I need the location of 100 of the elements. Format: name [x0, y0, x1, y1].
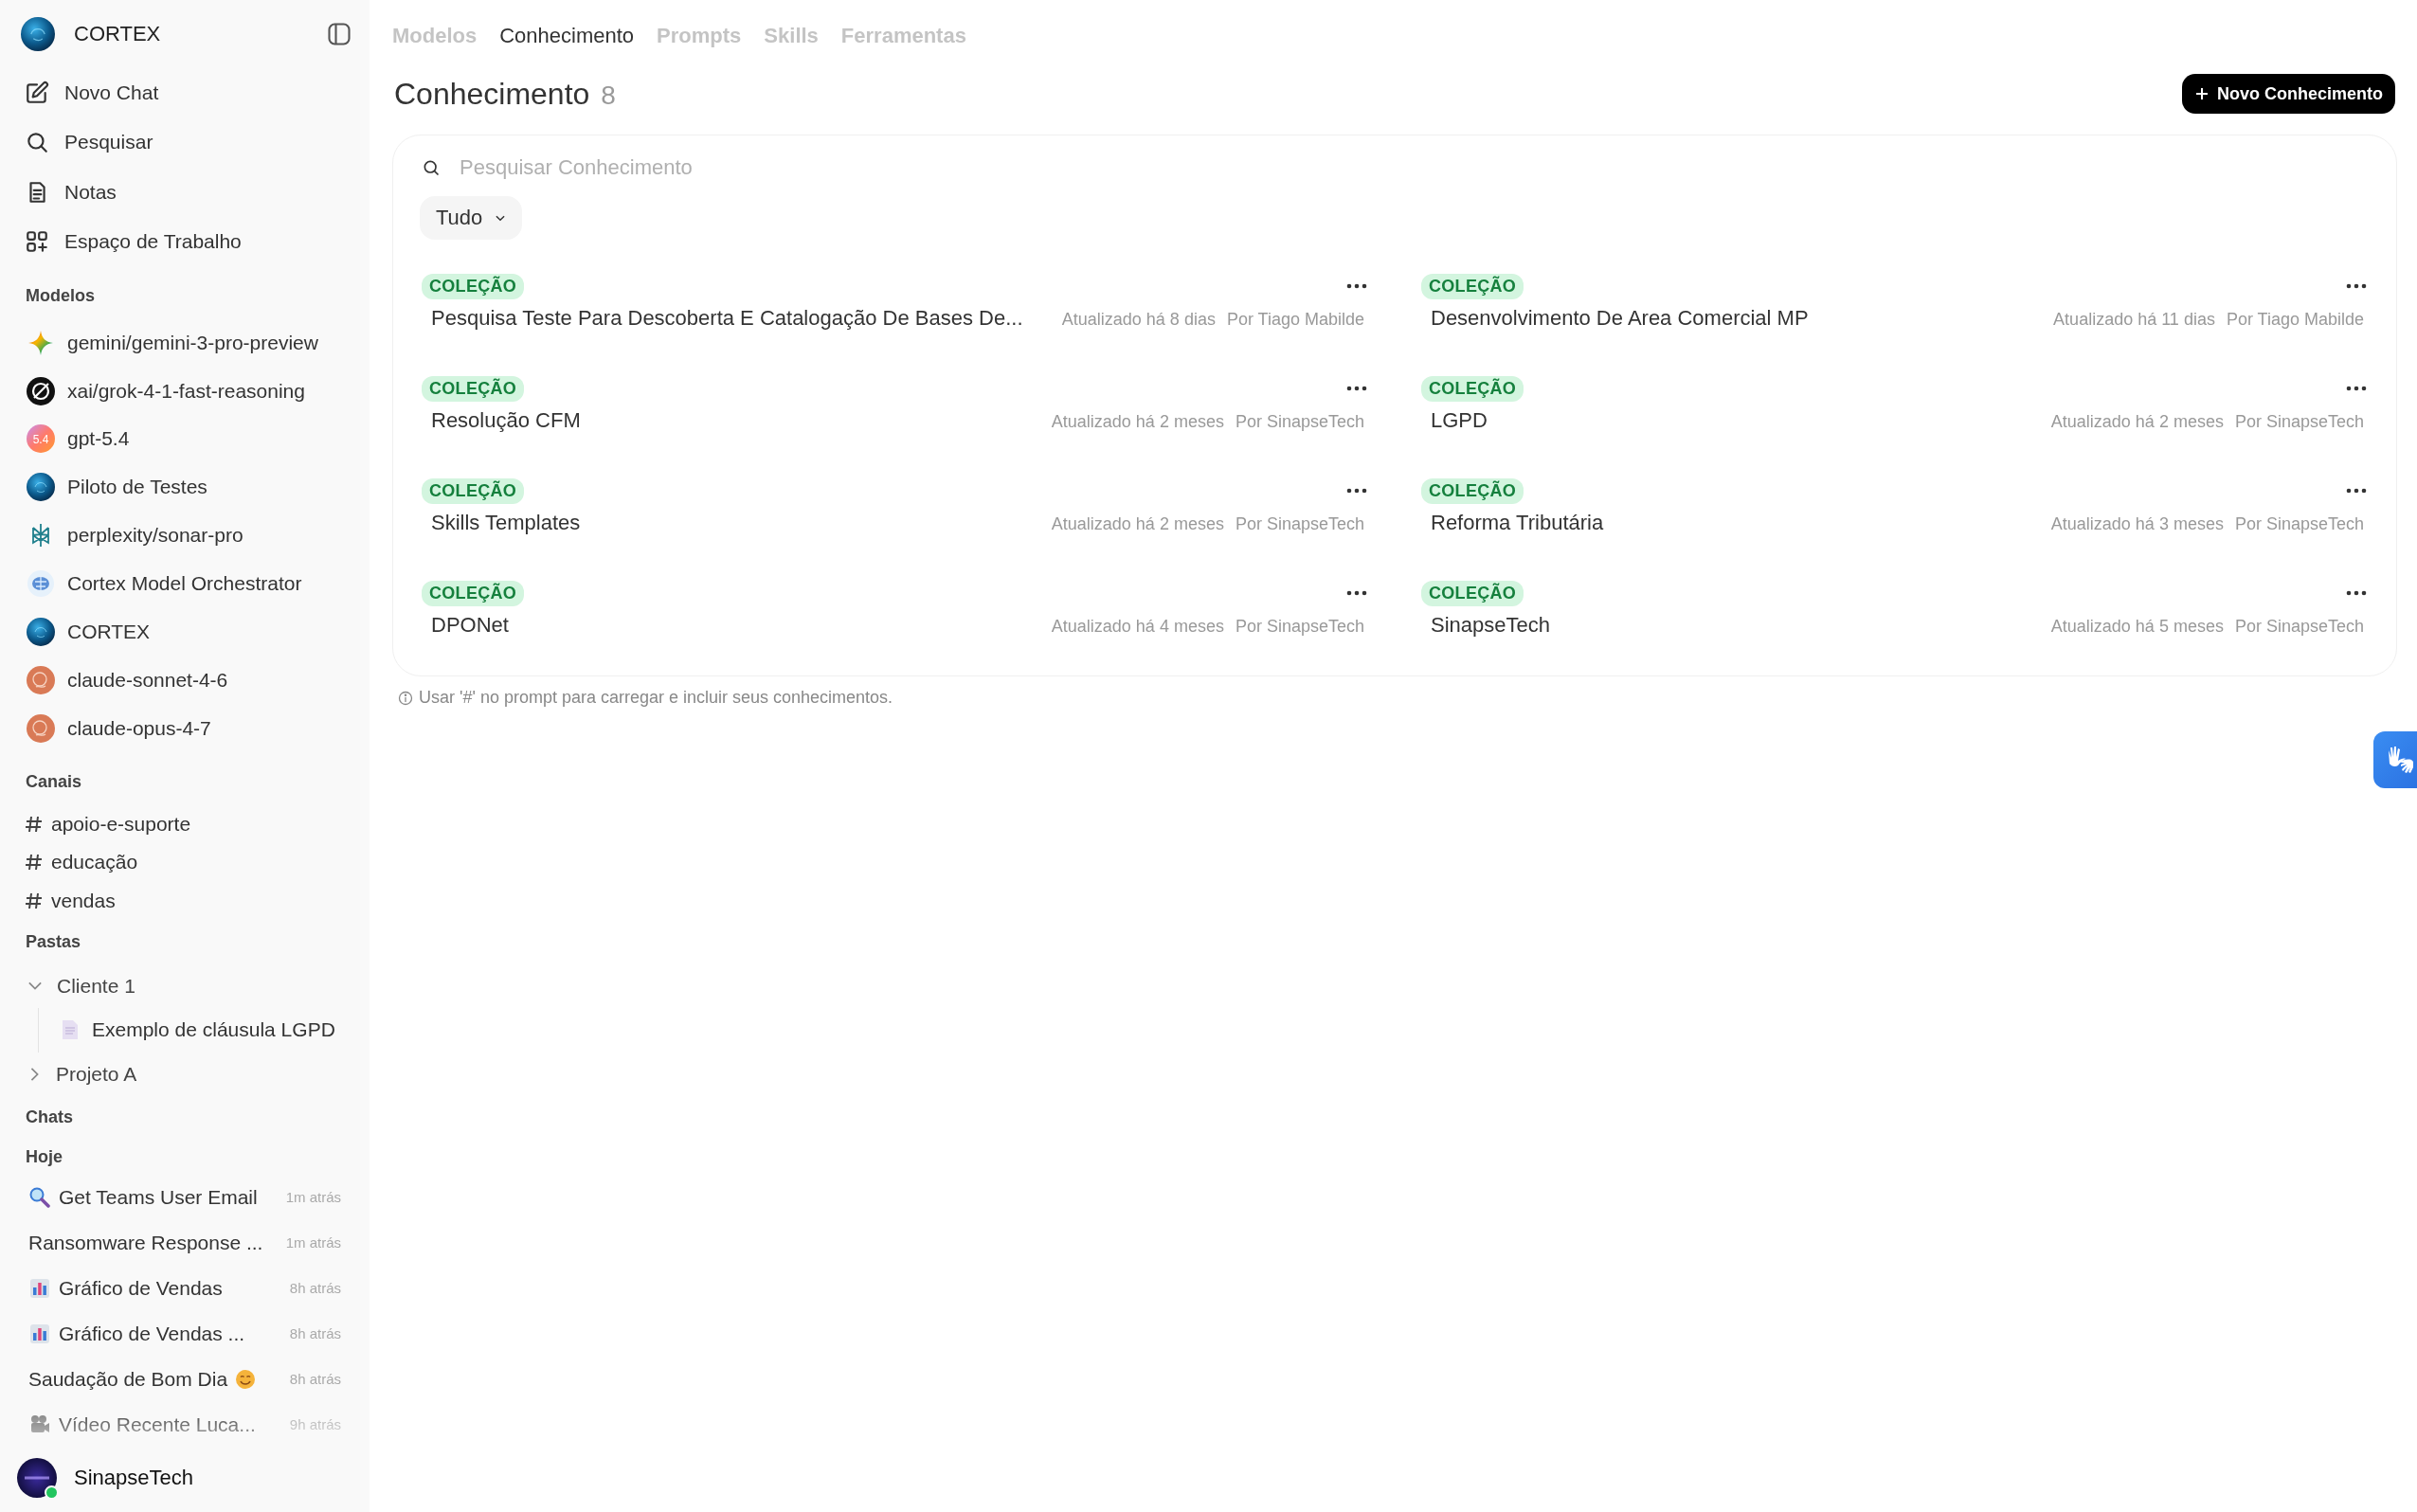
- note-item[interactable]: Exemplo de cláusula LGPD: [62, 1007, 352, 1053]
- section-heading: Pastas: [25, 932, 81, 953]
- chat-time: 1m atrás: [285, 1234, 341, 1251]
- model-item[interactable]: 5.4 gpt-5.4: [17, 415, 352, 463]
- page-title: Conhecimento: [394, 76, 590, 112]
- knowledge-title[interactable]: Reforma Tributária: [1431, 511, 1604, 535]
- hash-icon: [25, 891, 44, 911]
- hint-text: Usar '#' no prompt para carregar e incluir seus conhecimentos.: [419, 688, 893, 708]
- folder-item[interactable]: Projeto A: [17, 1052, 352, 1096]
- chat-item[interactable]: Saudação de Bom Dia 8h atrás: [17, 1356, 352, 1402]
- more-options-icon[interactable]: [1345, 589, 1368, 597]
- updated-time: Atualizado há 11 dias: [2053, 310, 2215, 330]
- channel-item[interactable]: educação: [17, 843, 352, 882]
- bar-chart-icon: [28, 1276, 51, 1300]
- new-knowledge-button[interactable]: Novo Conhecimento: [2182, 74, 2395, 114]
- collection-badge: COLEÇÃO: [1421, 273, 1524, 299]
- more-options-icon[interactable]: [2345, 589, 2368, 597]
- chat-item[interactable]: Gráfico de Vendas 8h atrás: [17, 1265, 352, 1311]
- knowledge-title[interactable]: SinapseTech: [1431, 613, 1550, 638]
- chat-item[interactable]: Gráfico de Vendas ... 8h atrás: [17, 1310, 352, 1357]
- chat-time: 8h atrás: [289, 1325, 341, 1342]
- section-heading: Modelos: [25, 286, 95, 307]
- model-item[interactable]: claude-sonnet-4-6: [17, 656, 352, 705]
- nav-item[interactable]: Novo Chat: [17, 67, 352, 118]
- collection-badge: COLEÇÃO: [1421, 477, 1524, 504]
- collection-badge: COLEÇÃO: [1421, 580, 1524, 606]
- filter-dropdown[interactable]: Tudo: [420, 196, 523, 240]
- collection-badge: COLEÇÃO: [422, 375, 525, 402]
- collection-badge: COLEÇÃO: [422, 580, 525, 606]
- model-item[interactable]: xai/grok-4-1-fast-reasoning: [17, 367, 352, 415]
- search-icon: [25, 130, 49, 155]
- chat-time: 1m atrás: [285, 1189, 341, 1206]
- author: Por Tiago Mabilde: [2226, 310, 2364, 330]
- brand-name: CORTEX: [74, 21, 162, 46]
- knowledge-title[interactable]: LGPD: [1431, 408, 1488, 433]
- chat-item[interactable]: Vídeo Recente Luca... 9h atrás: [17, 1401, 352, 1448]
- item-count: 8: [601, 80, 616, 111]
- updated-time: Atualizado há 2 meses: [2050, 412, 2224, 432]
- magnifier-icon: [28, 1185, 51, 1209]
- sidebar-toggle-icon[interactable]: [326, 20, 352, 47]
- author: Por SinapseTech: [1235, 412, 1364, 432]
- accessibility-button[interactable]: [2373, 731, 2417, 788]
- user-avatar[interactable]: [17, 1457, 57, 1498]
- chat-time: 8h atrás: [289, 1371, 341, 1388]
- plus-icon: [2194, 86, 2210, 101]
- model-item[interactable]: CORTEX: [17, 607, 352, 657]
- updated-time: Atualizado há 4 meses: [1051, 617, 1224, 637]
- model-item[interactable]: claude-opus-4-7: [17, 704, 352, 753]
- nav-item[interactable]: Pesquisar: [17, 117, 352, 168]
- knowledge-title[interactable]: Pesquisa Teste Para Descoberta E Catalogação De Bases De...: [431, 306, 1023, 331]
- folder-item[interactable]: Cliente 1: [17, 964, 352, 1008]
- hash-icon: [25, 814, 44, 834]
- collection-badge: COLEÇÃO: [422, 477, 525, 504]
- slashed-circle-logo-icon: [27, 376, 55, 405]
- more-options-icon[interactable]: [2345, 282, 2368, 290]
- hash-icon: [25, 853, 44, 873]
- tab[interactable]: Conhecimento: [499, 24, 635, 48]
- knowledge-title[interactable]: Desenvolvimento De Area Comercial MP: [1431, 306, 1809, 331]
- updated-time: Atualizado há 3 meses: [2050, 514, 2224, 534]
- more-options-icon[interactable]: [1345, 487, 1368, 495]
- author: Por SinapseTech: [1235, 514, 1364, 534]
- section-heading: Canais: [25, 772, 82, 793]
- updated-time: Atualizado há 2 meses: [1051, 514, 1224, 534]
- channel-item[interactable]: vendas: [17, 881, 352, 921]
- nav-item[interactable]: Espaço de Trabalho: [17, 217, 352, 267]
- author: Por SinapseTech: [2234, 412, 2364, 432]
- group-heading: Hoje: [25, 1146, 63, 1167]
- knowledge-title[interactable]: Resolução CFM: [431, 408, 581, 433]
- brand-logo-icon: [21, 16, 55, 51]
- author: Por SinapseTech: [1235, 617, 1364, 637]
- model-item[interactable]: gemini/gemini-3-pro-preview: [17, 318, 352, 368]
- nav-item[interactable]: Notas: [17, 167, 352, 218]
- knowledge-title[interactable]: Skills Templates: [431, 511, 581, 535]
- bar-chart-icon: [28, 1322, 51, 1345]
- more-options-icon[interactable]: [1345, 282, 1368, 290]
- channel-item[interactable]: apoio-e-suporte: [17, 804, 352, 844]
- collection-badge: COLEÇÃO: [422, 273, 525, 299]
- more-options-icon[interactable]: [2345, 487, 2368, 495]
- chat-item[interactable]: Ransomware Response ... 1m atrás: [17, 1219, 352, 1266]
- more-options-icon[interactable]: [1345, 385, 1368, 392]
- chat-item[interactable]: Get Teams User Email 1m atrás: [17, 1174, 352, 1220]
- search-field[interactable]: Pesquisar Conhecimento: [458, 154, 2370, 181]
- model-avatar: [27, 666, 55, 695]
- chat-time: 9h atrás: [289, 1416, 341, 1433]
- globe-logo-icon: [27, 618, 55, 647]
- grid-icon: [25, 229, 49, 255]
- smiling-emoji-icon: [235, 1368, 257, 1390]
- document-icon: [62, 1019, 79, 1041]
- knowledge-title[interactable]: DPONet: [431, 613, 509, 638]
- model-item[interactable]: perplexity/sonar-pro: [17, 511, 352, 560]
- model-item[interactable]: Cortex Model Orchestrator: [17, 559, 352, 608]
- model-avatar: 5.4: [27, 424, 55, 454]
- section-heading: Chats: [25, 1107, 73, 1128]
- more-options-icon[interactable]: [2345, 385, 2368, 392]
- chat-time: 8h atrás: [289, 1280, 341, 1297]
- model-item[interactable]: Piloto de Testes: [17, 462, 352, 512]
- model-avatar: [27, 714, 55, 744]
- search-icon: [422, 158, 441, 177]
- user-name: SinapseTech: [74, 1465, 193, 1490]
- updated-time: Atualizado há 8 dias: [1061, 310, 1216, 330]
